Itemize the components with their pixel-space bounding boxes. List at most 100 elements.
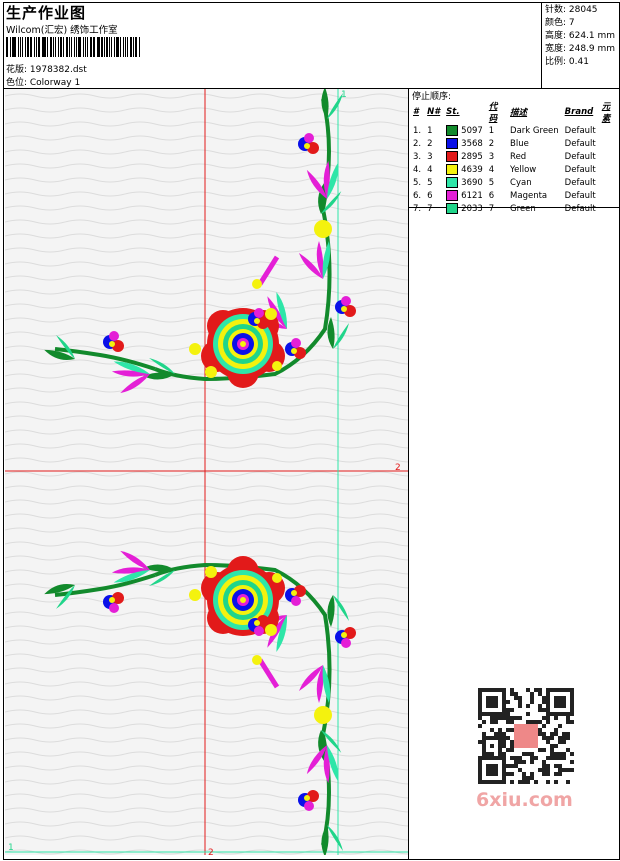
barcode-bar — [100, 37, 103, 57]
element — [599, 202, 620, 215]
stats-panel: 针数: 28045 颜色: 7 高度: 624.1 mm 宽度: 248.9 m… — [545, 4, 615, 69]
stitch-count: 6121 — [461, 191, 483, 201]
color-description: Red — [510, 151, 527, 162]
color-description: Green — [510, 203, 536, 214]
needle-number: 7 — [427, 203, 433, 214]
barcode-bar — [139, 37, 140, 57]
color-code: 3 — [488, 151, 495, 162]
color-code: 7 — [488, 203, 495, 214]
color-table: # N# St. 代码 描述 Brand 元素 1. 1 5097 1 Dark Green Defa… — [410, 100, 620, 215]
barcode-bar — [9, 37, 11, 57]
color-code: 4 — [488, 164, 495, 175]
swatch-icon — [446, 151, 459, 162]
barcode-bar — [41, 37, 43, 57]
color-swatch: 3690 — [443, 176, 486, 189]
barcode-bar — [37, 37, 40, 57]
color-swatch: 3568 — [443, 137, 486, 150]
swatch-icon — [446, 164, 459, 175]
thread-brand: Default — [564, 125, 596, 136]
needle-number: 4 — [427, 164, 433, 175]
stitch-count: 3568 — [461, 139, 483, 149]
studio-name: Wilcom(汇宏) 绣饰工作室 — [6, 25, 118, 36]
swatch-icon — [446, 125, 459, 136]
barcode-bar — [119, 37, 121, 57]
thread-brand: Default — [564, 177, 596, 188]
element — [599, 124, 620, 137]
barcode-bar — [25, 37, 27, 57]
table-row: 4. 4 4639 4 Yellow Default — [410, 163, 620, 176]
swatch-icon — [446, 203, 459, 214]
table-row: 7. 7 2033 7 Green Default — [410, 202, 620, 215]
watermark-text: 6xiu.com — [476, 789, 573, 811]
design-preview: 1 2 1 2 — [5, 89, 408, 855]
stitch-count: 2895 — [461, 152, 483, 162]
column-header: Brand — [564, 107, 594, 117]
column-header: St. — [446, 107, 460, 117]
table-row: 6. 6 6121 6 Magenta Default — [410, 189, 620, 202]
needle-number: 5 — [427, 177, 433, 188]
color-description: Yellow — [510, 164, 537, 175]
element — [599, 137, 620, 150]
barcode-bar — [132, 37, 134, 57]
barcode-bar — [122, 37, 124, 57]
stitch-count: 5097 — [461, 126, 483, 136]
thread-brand: Default — [564, 203, 596, 214]
stop-number: 4. — [413, 164, 422, 175]
colorway: 色位: Colorway 1 — [6, 78, 81, 88]
table-row: 5. 5 3690 5 Cyan Default — [410, 176, 620, 189]
barcode-bar — [106, 37, 109, 57]
stitch-count: 4639 — [461, 165, 483, 175]
stitch-count: 2033 — [461, 204, 483, 214]
color-description: Cyan — [510, 177, 532, 188]
swatch-icon — [446, 190, 459, 201]
thread-brand: Default — [564, 138, 596, 149]
barcode-bar — [85, 37, 87, 57]
color-description: Blue — [510, 138, 529, 149]
thread-brand: Default — [564, 151, 596, 162]
barcode-bar — [46, 37, 48, 57]
design-height: 高度: 624.1 mm — [545, 31, 616, 41]
stop-number: 5. — [413, 177, 422, 188]
barcode-bar — [103, 37, 105, 57]
barcode-bar — [36, 37, 37, 57]
color-description: Dark Green — [510, 125, 559, 136]
color-swatch: 2033 — [443, 202, 486, 215]
barcode-bar — [76, 37, 78, 57]
guide-label-h2: 2 — [395, 463, 401, 473]
barcode-bar — [17, 37, 19, 57]
color-code: 2 — [488, 138, 495, 149]
barcode-bar — [130, 37, 132, 57]
color-description: Magenta — [510, 190, 548, 201]
barcode-bar — [22, 37, 24, 57]
element — [599, 163, 620, 176]
barcode-bar — [87, 37, 88, 57]
stitch-count: 3690 — [461, 178, 483, 188]
barcode-bar — [82, 37, 85, 57]
element — [599, 176, 620, 189]
column-header: 元素 — [601, 102, 611, 124]
barcode-bar — [116, 37, 119, 57]
barcode-bar — [70, 37, 72, 57]
guide-label-h1: 1 — [8, 843, 14, 853]
table-row: 2. 2 3568 2 Blue Default — [410, 137, 620, 150]
page-title: 生产作业图 — [6, 4, 87, 22]
design-file: 花版: 1978382.dst — [6, 65, 87, 75]
needle-number: 2 — [427, 138, 433, 149]
barcode-bar — [92, 37, 94, 57]
barcode-bar — [94, 37, 96, 57]
barcode-bar — [43, 37, 46, 57]
barcode-bar — [66, 37, 68, 57]
barcode-bar — [58, 37, 59, 57]
qr-code-image — [478, 688, 574, 784]
swatch-icon — [446, 138, 459, 149]
swatch-icon — [446, 177, 459, 188]
barcode-bar — [124, 37, 127, 57]
column-header: N# — [427, 107, 441, 117]
needle-number: 1 — [427, 125, 433, 136]
column-header: 代码 — [488, 102, 498, 124]
barcode-bar — [73, 37, 76, 57]
barcode-bar — [113, 37, 116, 57]
stop-number: 2. — [413, 138, 422, 149]
barcode-bar — [63, 37, 65, 57]
color-swatch: 2895 — [443, 150, 486, 163]
